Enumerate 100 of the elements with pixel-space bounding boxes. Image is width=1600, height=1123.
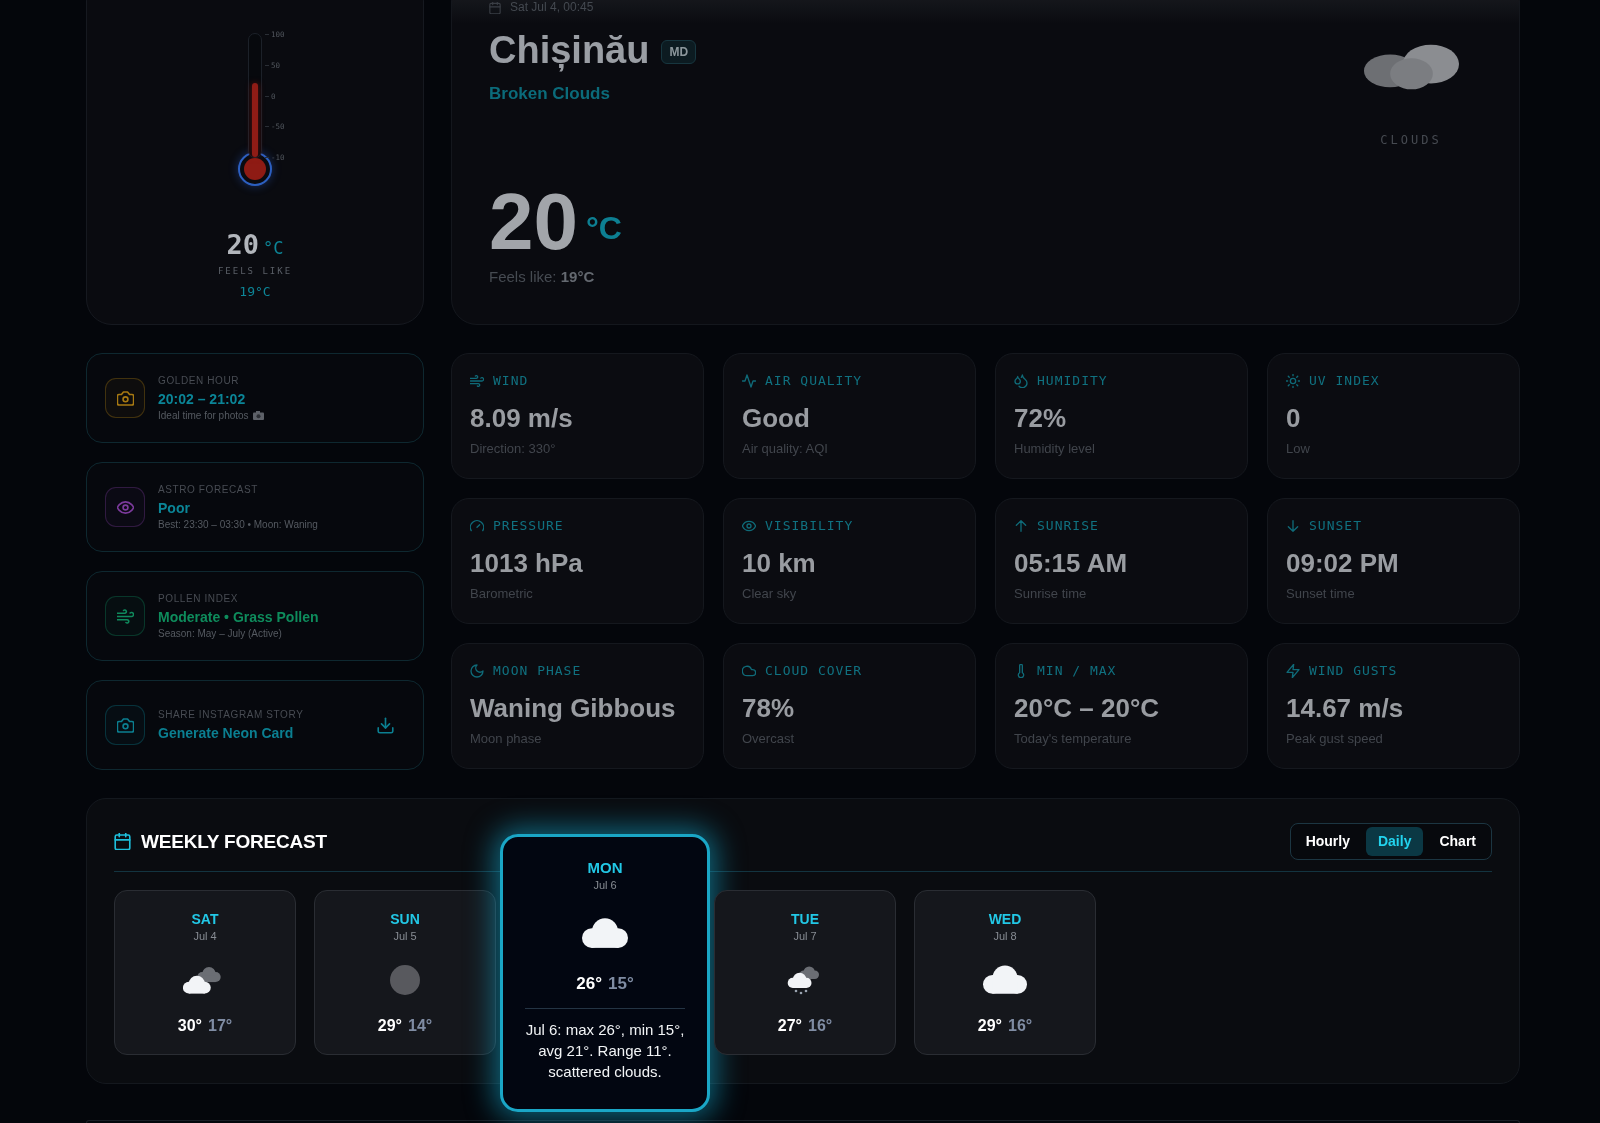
card-label: POLLEN INDEX <box>158 592 238 605</box>
day-name: MON <box>587 859 623 877</box>
metric-label: AIR QUALITY <box>765 373 863 389</box>
day-summary: Jul 6: max 26°, min 15°, avg 21°. Range 11°. scattered clouds. <box>524 1020 686 1082</box>
day-date: Jul 7 <box>793 929 817 943</box>
clouds-icon <box>1362 43 1460 91</box>
metric-note: Low <box>1286 441 1310 457</box>
card-note: Ideal time for photos <box>158 409 249 422</box>
city-name: Chișinău <box>489 28 650 72</box>
metric-label: MOON PHASE <box>493 663 582 679</box>
lightning-icon <box>1286 664 1300 678</box>
metric-value: 8.09 m/s <box>470 403 573 433</box>
gauge-icon <box>470 519 484 533</box>
metric-label: PRESSURE <box>493 518 564 534</box>
calendar-icon <box>489 1 501 14</box>
metric-value: Good <box>742 403 810 433</box>
high-temperature: 29° <box>977 1016 1002 1036</box>
metric-note: Moon phase <box>470 731 542 747</box>
metric-value: 78% <box>742 693 795 723</box>
day-card[interactable]: SUN Jul 5 29° 14° <box>314 890 496 1055</box>
metric-label: VISIBILITY <box>765 518 854 534</box>
low-temperature: 16° <box>808 1016 833 1036</box>
pulse-icon <box>742 374 756 388</box>
temperature-value: 20 <box>226 230 259 260</box>
low-temperature: 16° <box>1008 1016 1033 1036</box>
cloud-icon <box>742 664 756 678</box>
metric-value: 72% <box>1014 403 1067 433</box>
metric-label: MIN / MAX <box>1037 663 1117 679</box>
card-value: 20:02 – 21:02 <box>158 389 246 408</box>
feels-like-text: Feels like: 19°C <box>489 268 595 285</box>
metric-value: 10 km <box>742 548 816 578</box>
moon-icon <box>470 664 484 678</box>
card-note: Season: May – July (Active) <box>158 627 282 640</box>
view-tab[interactable]: Daily <box>1365 827 1424 856</box>
view-tab[interactable]: Hourly <box>1293 827 1362 856</box>
metric-value: 14.67 m/s <box>1286 693 1404 723</box>
metric-value: 05:15 AM <box>1014 548 1128 578</box>
metric-label: HUMIDITY <box>1037 373 1108 389</box>
metric-note: Direction: 330° <box>470 441 556 457</box>
temperature-unit: °C <box>586 210 622 246</box>
calendar-icon <box>114 833 131 850</box>
arrow-down-icon <box>1286 519 1300 533</box>
metric-label: SUNSET <box>1309 518 1362 534</box>
day-name: SUN <box>390 911 420 928</box>
metric-note: Air quality: AQI <box>742 441 828 457</box>
wind-icon <box>470 374 484 388</box>
metric-label: UV INDEX <box>1309 373 1380 389</box>
arrow-up-icon <box>1014 519 1028 533</box>
metric-value: Waning Gibbous <box>470 693 676 723</box>
metric-value: 20°C – 20°C <box>1014 693 1160 723</box>
card-value: Poor <box>158 498 190 517</box>
metric-label: SUNRISE <box>1037 518 1099 534</box>
droplets-icon <box>1014 374 1028 388</box>
day-date: Jul 4 <box>193 929 217 943</box>
day-card[interactable]: TUE Jul 7 27° 16° <box>714 890 896 1055</box>
card-value: Moderate • Grass Pollen <box>158 607 319 626</box>
metric-note: Sunset time <box>1286 586 1355 602</box>
cloud-icon <box>582 917 628 949</box>
high-temperature: 30° <box>177 1016 202 1036</box>
metric-note: Peak gust speed <box>1286 731 1383 747</box>
low-temperature: 17° <box>208 1016 233 1036</box>
day-name: TUE <box>791 911 819 928</box>
metric-note: Barometric <box>470 586 533 602</box>
day-date: Jul 5 <box>393 929 417 943</box>
low-temperature: 14° <box>408 1016 433 1036</box>
temperature-value: 20 <box>489 182 578 262</box>
high-temperature: 29° <box>377 1016 402 1036</box>
view-tab[interactable]: Chart <box>1427 827 1488 856</box>
day-card[interactable]: SAT Jul 4 30° 17° <box>114 890 296 1055</box>
metric-note: Humidity level <box>1014 441 1095 457</box>
sky-label: CLOUDS <box>1380 133 1442 147</box>
temperature-unit: °C <box>263 238 284 258</box>
card-label: GOLDEN HOUR <box>158 374 240 387</box>
metric-label: CLOUD COVER <box>765 663 863 679</box>
download-icon <box>377 716 394 734</box>
country-code: MD <box>661 40 697 64</box>
date-time: Sat Jul 4, 00:45 <box>510 1 594 14</box>
metric-note: Clear sky <box>742 586 797 602</box>
card-label: ASTRO FORECAST <box>158 483 259 496</box>
day-name: WED <box>988 911 1022 928</box>
metric-note: Overcast <box>742 731 794 747</box>
high-temperature: 27° <box>777 1016 802 1036</box>
metric-value: 1013 hPa <box>470 548 583 578</box>
feels-like-value: 19°C <box>239 284 271 300</box>
metric-label: WIND GUSTS <box>1309 663 1398 679</box>
weekly-forecast-title: WEEKLY FORECAST <box>141 830 327 853</box>
cloud-icon <box>983 965 1027 995</box>
day-card[interactable]: MON Jul 6 26° 15° Jul 6: max 26°, min 15°, avg 21°. Range 11°. scattered clouds. <box>500 834 710 1112</box>
feels-like-label: FEELS LIKE <box>217 266 293 277</box>
day-date: Jul 6 <box>593 878 617 892</box>
day-name: SAT <box>191 911 219 928</box>
metric-value: 09:02 PM <box>1286 548 1399 578</box>
metric-note: Today's temperature <box>1014 731 1132 747</box>
card-note: Best: 23:30 – 03:30 • Moon: Waning <box>158 518 318 531</box>
day-card[interactable]: WED Jul 8 29° 16° <box>914 890 1096 1055</box>
metric-value: 0 <box>1286 403 1301 433</box>
day-date: Jul 8 <box>993 929 1017 943</box>
low-temperature: 15° <box>608 974 634 994</box>
metric-note: Sunrise time <box>1014 586 1087 602</box>
metric-label: WIND <box>493 373 529 389</box>
